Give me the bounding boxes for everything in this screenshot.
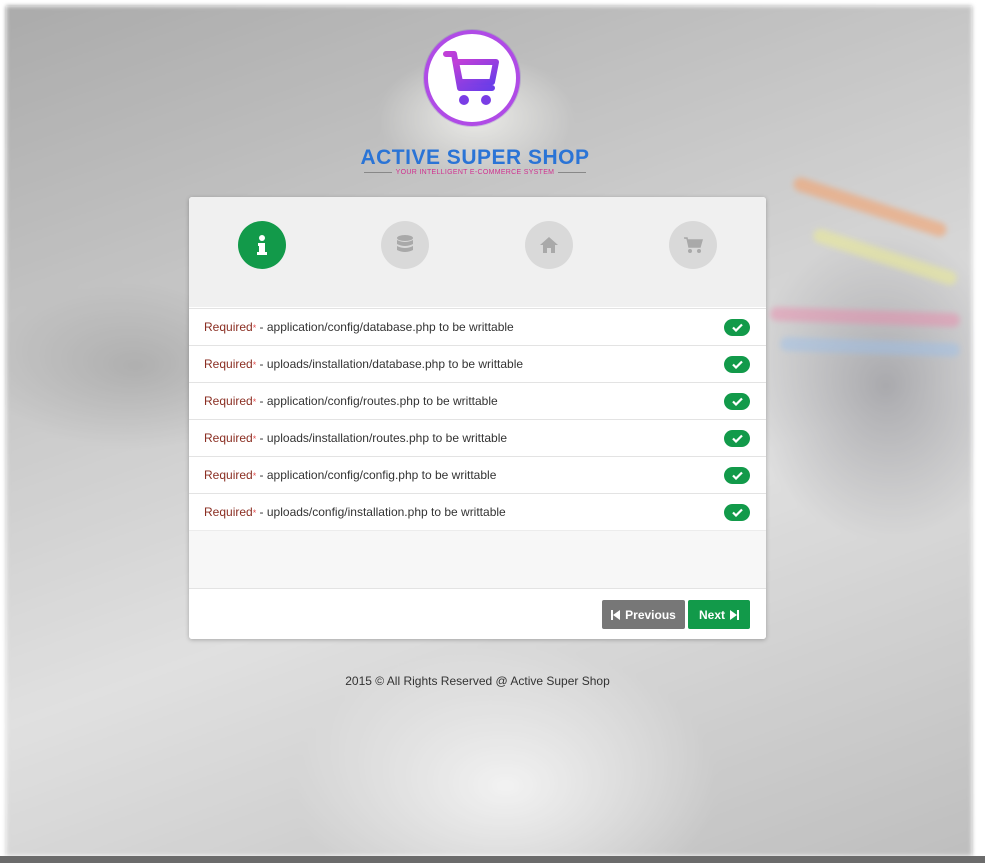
wizard-footer: Previous Next: [189, 588, 766, 639]
list-item: Required* - uploads/config/installation.…: [189, 493, 766, 531]
step-cart[interactable]: [669, 221, 717, 269]
check-icon: [724, 430, 750, 447]
skip-forward-icon: [730, 609, 739, 620]
requirement-text: - uploads/config/installation.php to be …: [256, 505, 506, 519]
bottom-edge: [0, 856, 985, 863]
required-label: Required: [204, 431, 253, 445]
requirement-text: - uploads/installation/database.php to b…: [256, 357, 524, 371]
brand-tagline: YOUR INTELLIGENT E-COMMERCE SYSTEM: [355, 169, 595, 176]
required-label: Required: [204, 320, 253, 334]
cart-icon: [684, 237, 703, 253]
list-item: Required* - uploads/installation/databas…: [189, 345, 766, 382]
info-icon: [257, 235, 267, 255]
brand-title: ACTIVE SUPER SHOP: [360, 146, 590, 169]
list-item: Required* - application/config/database.…: [189, 308, 766, 345]
brand-logo: ACTIVE SUPER SHOP YOUR INTELLIGENT E-COM…: [355, 28, 595, 178]
requirement-text: - uploads/installation/routes.php to be …: [256, 431, 508, 445]
footer-copyright: 2015 © All Rights Reserved @ Active Supe…: [345, 674, 610, 688]
database-icon: [397, 235, 413, 252]
list-item: Required* - application/config/routes.ph…: [189, 382, 766, 419]
check-icon: [724, 356, 750, 373]
requirement-text: - application/config/config.php to be wr…: [256, 468, 497, 482]
required-label: Required: [204, 394, 253, 408]
wizard-steps: [189, 197, 766, 307]
list-item: Required* - uploads/installation/routes.…: [189, 419, 766, 456]
requirements-list: Required* - application/config/database.…: [189, 308, 766, 531]
check-icon: [724, 319, 750, 336]
requirement-text: - application/config/routes.php to be wr…: [256, 394, 498, 408]
list-item: Required* - application/config/config.ph…: [189, 456, 766, 493]
card-spacer: [189, 530, 766, 588]
requirement-text: - application/config/database.php to be …: [256, 320, 514, 334]
check-icon: [724, 467, 750, 484]
next-button[interactable]: Next: [688, 600, 750, 629]
step-info[interactable]: [238, 221, 286, 269]
step-home[interactable]: [525, 221, 573, 269]
previous-label: Previous: [625, 607, 676, 622]
next-label: Next: [698, 607, 725, 622]
previous-button[interactable]: Previous: [602, 600, 685, 629]
home-icon: [540, 237, 558, 253]
required-label: Required: [204, 357, 253, 371]
check-icon: [724, 393, 750, 410]
step-database[interactable]: [381, 221, 429, 269]
check-icon: [724, 504, 750, 521]
installer-card: Required* - application/config/database.…: [189, 197, 766, 639]
required-label: Required: [204, 468, 253, 482]
cart-logo-icon: [424, 30, 520, 126]
required-label: Required: [204, 505, 253, 519]
skip-back-icon: [611, 609, 621, 620]
